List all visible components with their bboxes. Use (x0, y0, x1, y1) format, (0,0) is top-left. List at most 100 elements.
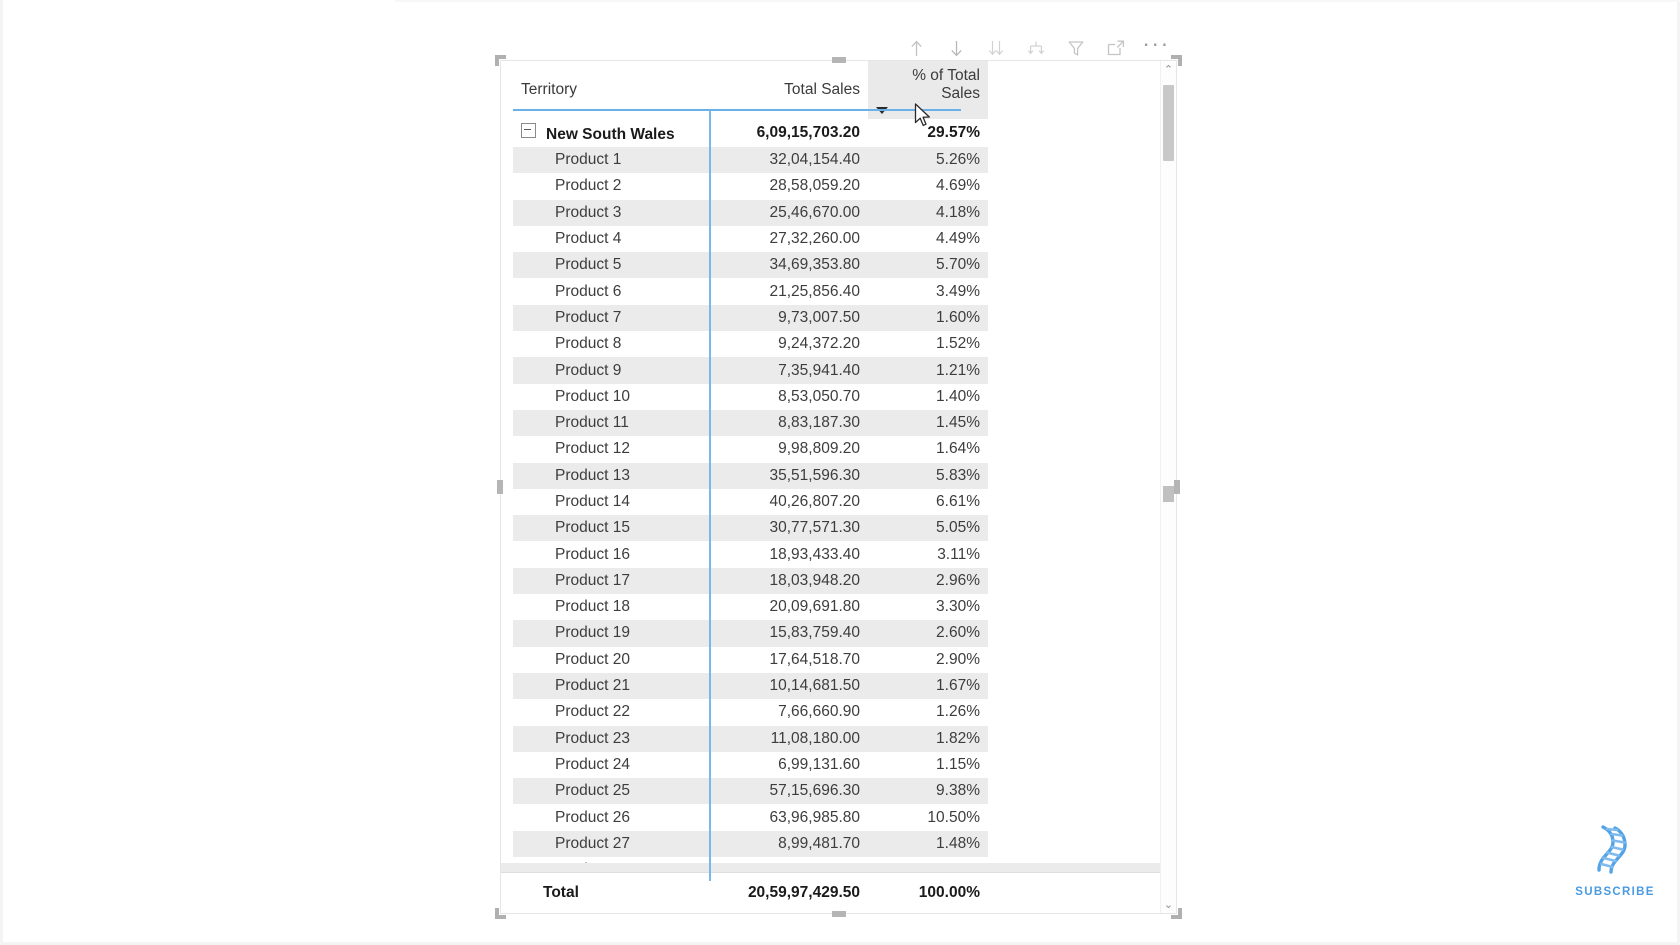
matrix-row[interactable]: Product 5 34,69,353.80 5.70% (513, 252, 988, 279)
row-percent-of-total-sales: 1.52% (868, 331, 988, 358)
matrix-row[interactable]: Product 4 27,32,260.00 4.49% (513, 225, 988, 253)
subscribe-label: SUBSCRIBE (1575, 886, 1655, 898)
row-percent-of-total-sales: 1.67% (868, 672, 988, 700)
collapse-minus-box-icon[interactable] (521, 122, 536, 138)
matrix-group-row[interactable]: New South Wales 6,09,15,703.20 29.57% (513, 119, 988, 147)
row-total-sales: 35,51,596.30 (708, 462, 868, 489)
row-percent-of-total-sales: 3.11% (868, 541, 988, 568)
matrix-row[interactable]: Product 21 10,14,681.50 1.67% (513, 672, 988, 700)
scrollbar-position-marker[interactable] (1163, 486, 1174, 502)
row-total-sales: 20,09,691.80 (708, 594, 868, 621)
row-total-sales: 15,83,759.40 (708, 620, 868, 647)
focus-mode-icon[interactable] (1105, 35, 1127, 61)
row-total-sales: 63,96,985.80 (708, 804, 868, 831)
canvas-edge-left (0, 0, 3, 945)
matrix-row[interactable]: Product 3 25,46,670.00 4.18% (513, 199, 988, 226)
matrix-row[interactable]: Product 23 11,08,180.00 1.82% (513, 725, 988, 752)
row-territory: Product 11 (513, 409, 708, 437)
resize-handle-top-left[interactable] (495, 55, 506, 66)
matrix-row[interactable]: Product 19 15,83,759.40 2.60% (513, 620, 988, 647)
group-row-territory: New South Wales (513, 119, 708, 147)
resize-handle-right[interactable] (1174, 480, 1180, 494)
matrix-total-row-container: Total 20,59,97,429.50 100.00% (501, 872, 1161, 913)
resize-handle-top-right[interactable] (1171, 55, 1182, 66)
matrix-row[interactable]: Product 2 28,58,059.20 4.69% (513, 173, 988, 200)
total-row-sales: 20,59,97,429.50 (747, 883, 860, 901)
matrix-row[interactable]: Product 22 7,66,660.90 1.26% (513, 699, 988, 726)
row-total-sales: 30,77,571.30 (708, 515, 868, 542)
matrix-visual[interactable]: Territory Total Sales % of Total Sales N… (495, 55, 1182, 919)
row-territory: Product 18 (513, 594, 708, 621)
row-territory: Product 9 (513, 357, 708, 384)
drill-up-icon[interactable] (905, 35, 927, 61)
matrix-row[interactable]: Product 16 18,93,433.40 3.11% (513, 541, 988, 568)
header-selection-underline (513, 109, 961, 111)
row-territory: Product 26 (513, 804, 708, 831)
row-percent-of-total-sales: 4.69% (868, 173, 988, 200)
row-percent-of-total-sales: 3.49% (868, 278, 988, 305)
drill-down-icon[interactable] (945, 35, 967, 61)
row-territory: Product 6 (513, 278, 708, 305)
row-percent-of-total-sales: 5.70% (868, 252, 988, 279)
total-row-label: Total (543, 883, 579, 901)
subscribe-watermark[interactable]: SUBSCRIBE (1560, 820, 1670, 898)
resize-handle-bottom-left[interactable] (495, 908, 506, 919)
matrix-total-table: Total 20,59,97,429.50 100.00% (513, 873, 988, 912)
row-percent-of-total-sales: 1.82% (868, 725, 988, 752)
dna-helix-icon (1597, 825, 1627, 874)
row-territory: Product 12 (513, 436, 708, 463)
expand-all-down-icon[interactable] (985, 35, 1007, 61)
row-territory: Product 17 (513, 567, 708, 595)
row-territory: Product 23 (513, 725, 708, 752)
matrix-row[interactable]: Product 20 17,64,518.70 2.90% (513, 646, 988, 673)
matrix-row[interactable]: Product 1 32,04,154.40 5.26% (513, 147, 988, 174)
matrix-row[interactable]: Product 27 8,99,481.70 1.48% (513, 830, 988, 858)
filter-icon[interactable] (1065, 35, 1087, 61)
row-territory: Product 13 (513, 462, 708, 489)
scrollbar-thumb[interactable] (1163, 85, 1174, 161)
resize-handle-bottom[interactable] (831, 911, 846, 917)
matrix-row[interactable]: Product 6 21,25,856.40 3.49% (513, 278, 988, 305)
matrix-row[interactable]: Product 24 6,99,131.60 1.15% (513, 751, 988, 779)
resize-handle-bottom-right[interactable] (1171, 908, 1182, 919)
row-total-sales: 8,99,481.70 (708, 830, 868, 858)
row-total-sales: 10,14,681.50 (708, 672, 868, 700)
row-percent-of-total-sales: 2.60% (868, 620, 988, 647)
row-total-sales: 9,73,007.50 (708, 304, 868, 332)
resize-handle-top[interactable] (831, 57, 846, 63)
matrix-row[interactable]: Product 8 9,24,372.20 1.52% (513, 331, 988, 358)
matrix-row[interactable]: Product 11 8,83,187.30 1.45% (513, 409, 988, 437)
row-percent-of-total-sales: 9.38% (868, 778, 988, 805)
matrix-row[interactable]: Product 26 63,96,985.80 10.50% (513, 804, 988, 831)
column-divider (709, 111, 711, 881)
matrix-row[interactable]: Product 15 30,77,571.30 5.05% (513, 515, 988, 542)
row-total-sales: 9,24,372.20 (708, 331, 868, 358)
matrix-row[interactable]: Product 14 40,26,807.20 6.61% (513, 488, 988, 516)
total-row[interactable]: Total 20,59,97,429.50 100.00% (513, 873, 988, 912)
resize-handle-left[interactable] (497, 480, 503, 494)
row-territory: Product 5 (513, 252, 708, 279)
row-territory: Product 3 (513, 199, 708, 226)
matrix-row[interactable]: Product 7 9,73,007.50 1.60% (513, 304, 988, 332)
drill-mode-icon[interactable] (1025, 35, 1047, 61)
row-percent-of-total-sales: 3.30% (868, 594, 988, 621)
row-total-sales: 7,66,660.90 (708, 699, 868, 726)
matrix-row[interactable]: Product 18 20,09,691.80 3.30% (513, 594, 988, 621)
matrix-row[interactable]: Product 13 35,51,596.30 5.83% (513, 462, 988, 489)
row-percent-of-total-sales: 10.50% (868, 804, 988, 831)
matrix-row[interactable]: Product 10 8,53,050.70 1.40% (513, 383, 988, 410)
matrix-row[interactable]: Product 17 18,03,948.20 2.96% (513, 567, 988, 595)
canvas-edge-top (395, 0, 1680, 2)
matrix-row[interactable]: Product 9 7,35,941.40 1.21% (513, 357, 988, 384)
matrix-row[interactable]: Product 25 57,15,696.30 9.38% (513, 778, 988, 805)
report-canvas: ··· Territory Total Sales % of Total Sal… (0, 0, 1680, 945)
visual-header-toolbar: ··· (905, 32, 1168, 63)
row-total-sales: 32,04,154.40 (708, 147, 868, 174)
matrix-row[interactable]: Product 12 9,98,809.20 1.64% (513, 436, 988, 463)
matrix-scroll-area: Territory Total Sales % of Total Sales N… (501, 61, 1161, 913)
row-territory: Product 24 (513, 751, 708, 779)
row-total-sales: 7,35,941.40 (708, 357, 868, 384)
row-territory: Product 19 (513, 620, 708, 647)
matrix-body: New South Wales 6,09,15,703.20 29.57% Produ… (513, 119, 988, 884)
row-total-sales: 8,83,187.30 (708, 409, 868, 437)
